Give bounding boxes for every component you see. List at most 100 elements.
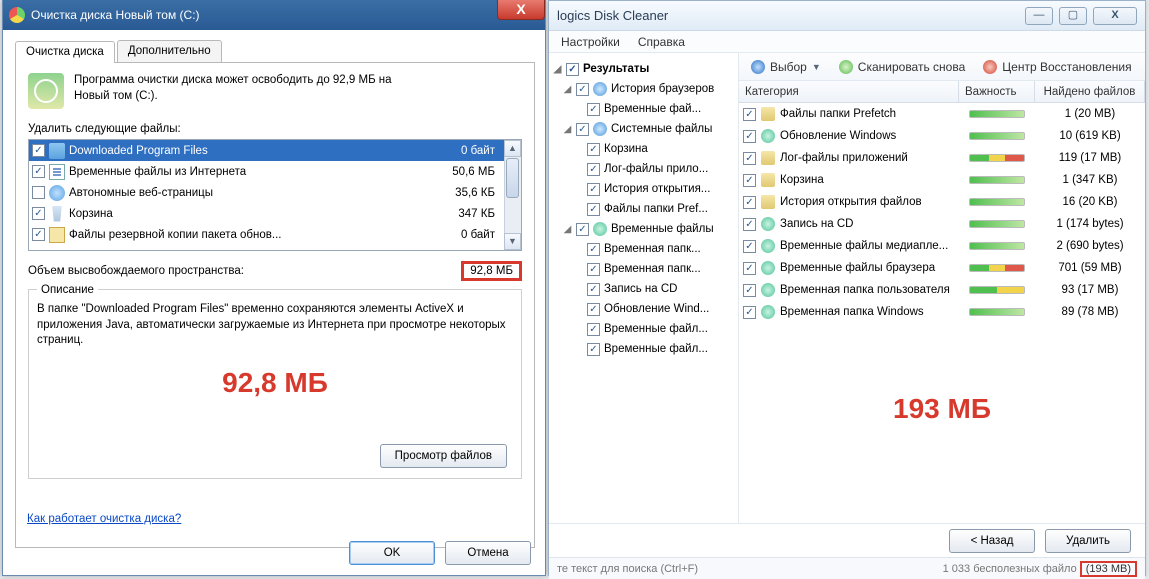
tree-node[interactable]: История открытия... bbox=[553, 179, 734, 199]
delete-button[interactable]: Удалить bbox=[1045, 529, 1131, 553]
tree-checkbox[interactable] bbox=[587, 283, 600, 296]
collapse-icon[interactable]: ◢ bbox=[563, 224, 572, 235]
file-checkbox[interactable] bbox=[32, 207, 45, 220]
file-checkbox[interactable] bbox=[32, 186, 45, 199]
tab-extra[interactable]: Дополнительно bbox=[117, 40, 222, 62]
grid-row[interactable]: Запись на CD1 (174 bytes) bbox=[739, 213, 1145, 235]
menu-help[interactable]: Справка bbox=[638, 35, 685, 49]
grid-row[interactable]: Временные файлы браузера701 (59 MB) bbox=[739, 257, 1145, 279]
tree-node[interactable]: Запись на CD bbox=[553, 279, 734, 299]
row-checkbox[interactable] bbox=[743, 262, 756, 275]
maximize-button[interactable]: ▢ bbox=[1059, 7, 1087, 25]
tree-checkbox[interactable] bbox=[566, 63, 579, 76]
tree-checkbox[interactable] bbox=[587, 323, 600, 336]
grid-row[interactable]: Временная папка пользователя93 (17 MB) bbox=[739, 279, 1145, 301]
category-name: Временная папка пользователя bbox=[780, 284, 950, 296]
tree-checkbox[interactable] bbox=[587, 203, 600, 216]
tree-node[interactable]: Файлы папки Pref... bbox=[553, 199, 734, 219]
row-checkbox[interactable] bbox=[743, 284, 756, 297]
scroll-up-button[interactable]: ▲ bbox=[504, 140, 521, 157]
tree-node[interactable]: Временные фай... bbox=[553, 99, 734, 119]
tree-node[interactable]: Лог-файлы прило... bbox=[553, 159, 734, 179]
collapse-icon[interactable]: ◢ bbox=[563, 124, 572, 135]
grid-row[interactable]: Обновление Windows10 (619 KB) bbox=[739, 125, 1145, 147]
tree-checkbox[interactable] bbox=[587, 243, 600, 256]
grid-row[interactable]: Корзина1 (347 KB) bbox=[739, 169, 1145, 191]
col-category[interactable]: Категория bbox=[739, 81, 959, 102]
scroll-down-button[interactable]: ▼ bbox=[504, 233, 521, 250]
cancel-button[interactable]: Отмена bbox=[445, 541, 531, 565]
scrollbar[interactable]: ▲ ▼ bbox=[504, 140, 521, 250]
row-checkbox[interactable] bbox=[743, 196, 756, 209]
tree-root[interactable]: ◢ Результаты bbox=[553, 59, 734, 79]
row-checkbox[interactable] bbox=[743, 108, 756, 121]
tree-label: Результаты bbox=[583, 63, 649, 75]
tree-node-system[interactable]: ◢ Системные файлы bbox=[553, 119, 734, 139]
row-checkbox[interactable] bbox=[743, 306, 756, 319]
tree-checkbox[interactable] bbox=[576, 123, 589, 136]
file-list[interactable]: Downloaded Program Files 0 байт Временны… bbox=[28, 139, 522, 251]
found-count: 1 (174 bytes) bbox=[1035, 218, 1145, 230]
rescue-center-button[interactable]: Центр Восстановления bbox=[983, 60, 1131, 74]
row-checkbox[interactable] bbox=[743, 240, 756, 253]
grid-row[interactable]: История открытия файлов16 (20 KB) bbox=[739, 191, 1145, 213]
grid-row[interactable]: Временные файлы медиапле...2 (690 bytes) bbox=[739, 235, 1145, 257]
file-checkbox[interactable] bbox=[32, 144, 45, 157]
file-row[interactable]: Downloaded Program Files 0 байт bbox=[29, 140, 521, 161]
cleanup-header-text: Программа очистки диска может освободить… bbox=[74, 73, 392, 104]
tree-node[interactable]: Временные файл... bbox=[553, 339, 734, 359]
tree-checkbox[interactable] bbox=[587, 303, 600, 316]
file-checkbox[interactable] bbox=[32, 165, 45, 178]
grid-row[interactable]: Лог-файлы приложений119 (17 MB) bbox=[739, 147, 1145, 169]
menu-settings[interactable]: Настройки bbox=[561, 35, 620, 49]
collapse-icon[interactable]: ◢ bbox=[553, 64, 562, 75]
scroll-thumb[interactable] bbox=[506, 158, 519, 198]
tree-node[interactable]: Корзина bbox=[553, 139, 734, 159]
importance-bar bbox=[969, 132, 1025, 140]
select-dropdown[interactable]: Выбор▼ bbox=[751, 60, 821, 74]
row-checkbox[interactable] bbox=[743, 130, 756, 143]
tree-checkbox[interactable] bbox=[587, 143, 600, 156]
tree-node[interactable]: Временная папк... bbox=[553, 259, 734, 279]
collapse-icon[interactable]: ◢ bbox=[563, 84, 572, 95]
close-button[interactable]: X bbox=[1093, 7, 1137, 25]
col-found[interactable]: Найдено файлов bbox=[1035, 81, 1145, 102]
tree-checkbox[interactable] bbox=[576, 223, 589, 236]
tree-checkbox[interactable] bbox=[576, 83, 589, 96]
tree-node[interactable]: Обновление Wind... bbox=[553, 299, 734, 319]
tree-checkbox[interactable] bbox=[587, 263, 600, 276]
ok-button[interactable]: OK bbox=[349, 541, 435, 565]
row-checkbox[interactable] bbox=[743, 174, 756, 187]
category-icon bbox=[761, 129, 775, 143]
tree-node[interactable]: Временные файл... bbox=[553, 319, 734, 339]
col-importance[interactable]: Важность bbox=[959, 81, 1035, 102]
file-row[interactable]: Временные файлы из Интернета 50,6 МБ bbox=[29, 161, 521, 182]
minimize-button[interactable]: — bbox=[1025, 7, 1053, 25]
close-button[interactable]: X bbox=[497, 0, 545, 20]
file-row[interactable]: Корзина 347 КБ bbox=[29, 203, 521, 224]
file-row[interactable]: Автономные веб-страницы 35,6 КБ bbox=[29, 182, 521, 203]
rescan-button[interactable]: Сканировать снова bbox=[839, 60, 965, 74]
tree-checkbox[interactable] bbox=[587, 103, 600, 116]
grid-row[interactable]: Файлы папки Prefetch1 (20 MB) bbox=[739, 103, 1145, 125]
category-icon bbox=[761, 107, 775, 121]
tree-label: Лог-файлы прило... bbox=[604, 163, 708, 175]
file-size: 35,6 КБ bbox=[425, 187, 501, 199]
file-row[interactable]: Файлы резервной копии пакета обнов... 0 … bbox=[29, 224, 521, 245]
view-files-button[interactable]: Просмотр файлов bbox=[380, 444, 507, 468]
tree-checkbox[interactable] bbox=[587, 163, 600, 176]
back-button[interactable]: < Назад bbox=[949, 529, 1035, 553]
how-it-works-link[interactable]: Как работает очистка диска? bbox=[27, 513, 181, 525]
file-checkbox[interactable] bbox=[32, 228, 45, 241]
tree-node-temp[interactable]: ◢ Временные файлы bbox=[553, 219, 734, 239]
tree-checkbox[interactable] bbox=[587, 183, 600, 196]
tab-cleanup[interactable]: Очистка диска bbox=[15, 41, 115, 63]
tree-checkbox[interactable] bbox=[587, 343, 600, 356]
tree-node[interactable]: Временная папк... bbox=[553, 239, 734, 259]
globe-icon bbox=[593, 82, 607, 96]
grid-row[interactable]: Временная папка Windows89 (78 MB) bbox=[739, 301, 1145, 323]
row-checkbox[interactable] bbox=[743, 152, 756, 165]
row-checkbox[interactable] bbox=[743, 218, 756, 231]
tree-label: Временные фай... bbox=[604, 103, 701, 115]
tree-node-browser[interactable]: ◢ История браузеров bbox=[553, 79, 734, 99]
